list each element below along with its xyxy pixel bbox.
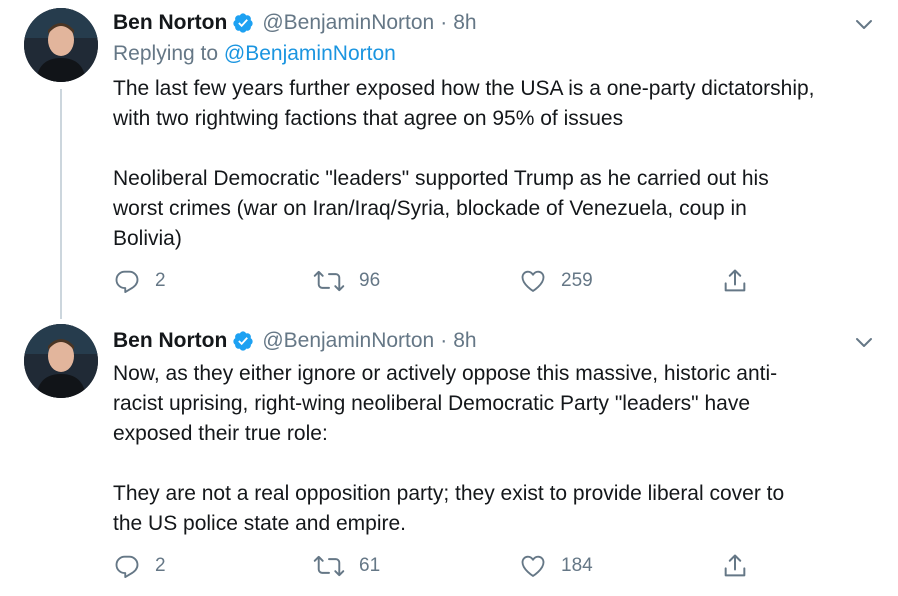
retweet-icon (313, 270, 345, 292)
reply-count: 2 (155, 555, 166, 576)
retweet-button[interactable]: 96 (313, 264, 380, 298)
replying-to: Replying to @BenjaminNorton (113, 42, 396, 66)
retweet-count: 96 (359, 270, 381, 291)
tweet-header: Ben Norton @BenjaminNorton · 8h (113, 8, 477, 38)
tweet-text: Now, as they either ignore or actively o… (113, 362, 785, 535)
reply-count: 2 (155, 270, 166, 291)
tweet-actions: 2 61 184 (113, 549, 773, 583)
heart-icon (521, 555, 545, 577)
like-count: 259 (561, 270, 593, 291)
author-handle[interactable]: @BenjaminNorton (262, 11, 434, 35)
thread-line (60, 89, 62, 319)
chevron-down-icon[interactable] (852, 12, 876, 36)
like-button[interactable]: 259 (519, 264, 593, 298)
retweet-icon (313, 555, 345, 577)
tweet-text: The last few years further exposed how t… (113, 77, 815, 250)
share-icon (724, 269, 746, 292)
tweet-actions: 2 96 259 (113, 264, 773, 298)
tweet[interactable]: Ben Norton @BenjaminNorton · 8h Replying… (0, 0, 898, 319)
replying-to-prefix: Replying to (113, 42, 224, 65)
timestamp[interactable]: 8h (453, 11, 476, 35)
reply-icon (115, 555, 139, 579)
avatar-photo (24, 324, 98, 398)
reply-button[interactable]: 2 (113, 549, 166, 583)
retweet-count: 61 (359, 555, 381, 576)
avatar[interactable] (24, 324, 98, 398)
separator-dot: · (440, 11, 448, 34)
replying-to-handle[interactable]: @BenjaminNorton (224, 42, 396, 65)
tweet[interactable]: Ben Norton @BenjaminNorton · 8h Now, as … (0, 318, 898, 596)
author-name[interactable]: Ben Norton (113, 11, 227, 35)
author-handle[interactable]: @BenjaminNorton (262, 329, 434, 353)
verified-badge-icon (233, 331, 253, 351)
like-count: 184 (561, 555, 593, 576)
share-button[interactable] (721, 549, 749, 583)
verified-badge-icon (233, 13, 253, 33)
avatar-photo (24, 8, 98, 82)
share-icon (724, 554, 746, 577)
timestamp[interactable]: 8h (453, 329, 476, 353)
tweet-header: Ben Norton @BenjaminNorton · 8h (113, 326, 477, 356)
avatar[interactable] (24, 8, 98, 82)
heart-icon (521, 270, 545, 292)
like-button[interactable]: 184 (519, 549, 593, 583)
reply-button[interactable]: 2 (113, 264, 166, 298)
share-button[interactable] (721, 264, 749, 298)
chevron-down-icon[interactable] (852, 330, 876, 354)
author-name[interactable]: Ben Norton (113, 329, 227, 353)
reply-icon (115, 270, 139, 294)
retweet-button[interactable]: 61 (313, 549, 380, 583)
separator-dot: · (440, 329, 448, 352)
